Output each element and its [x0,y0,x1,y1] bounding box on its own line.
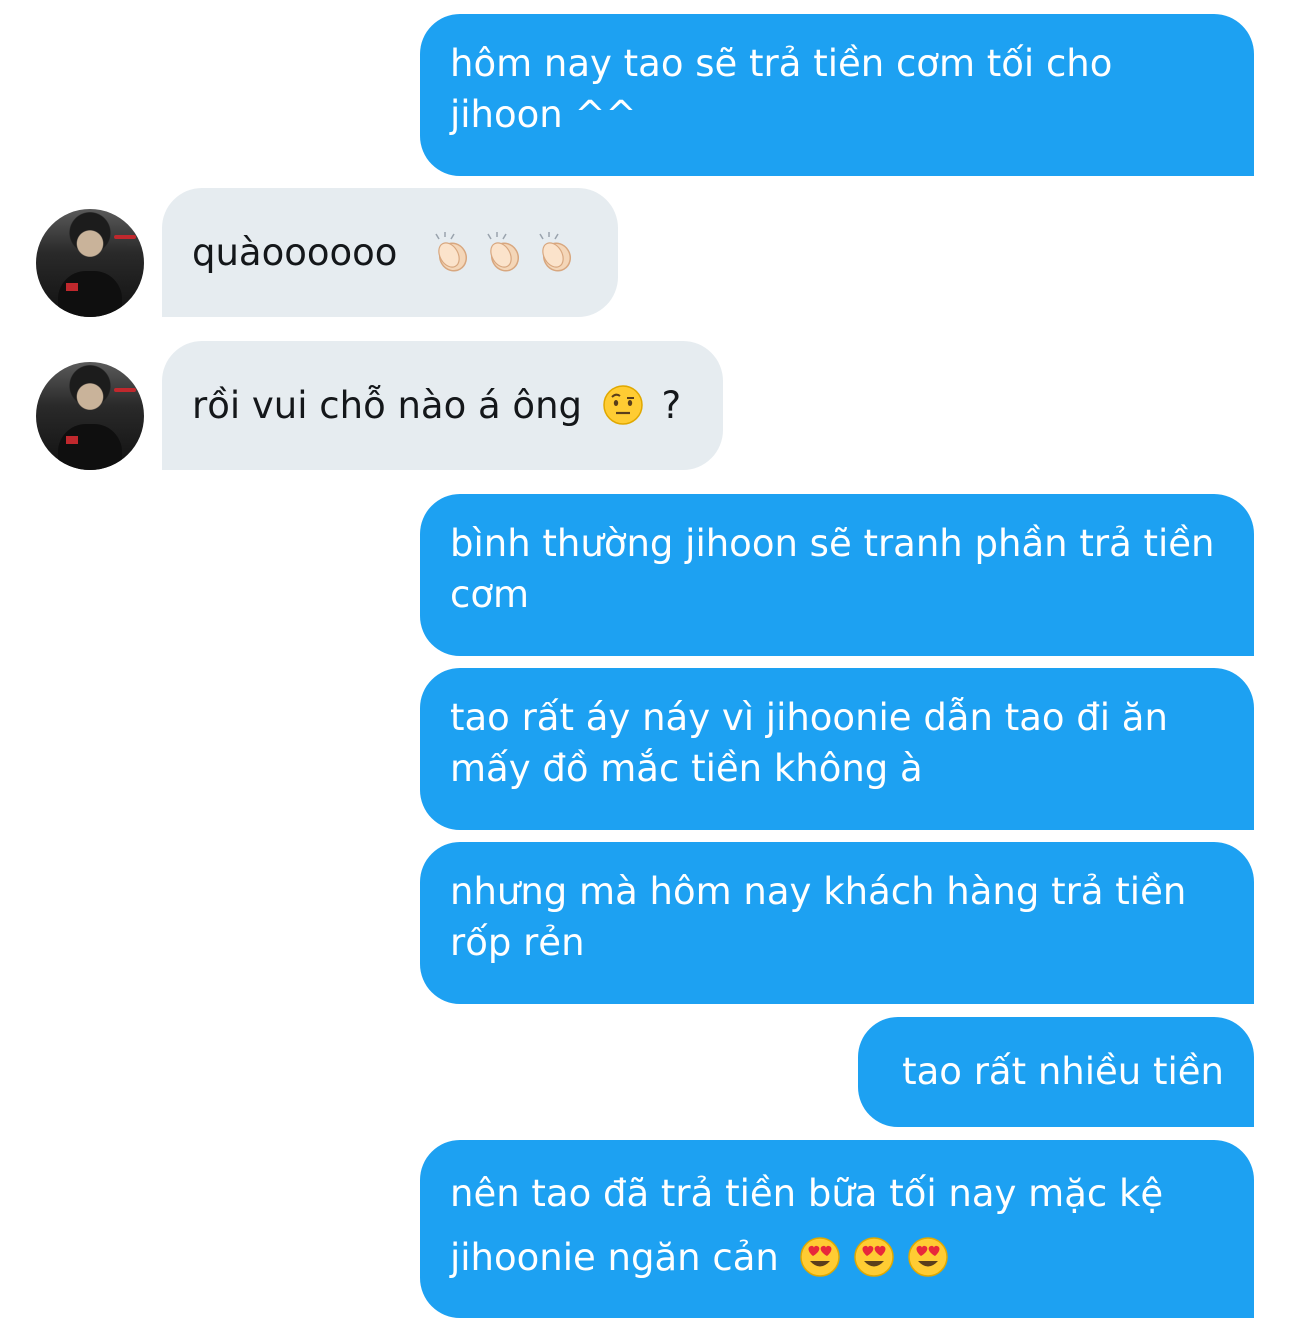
message-text-suffix: ? [661,384,682,427]
message-text: tao rất áy náy vì jihoonie dẫn tao đi ăn… [450,696,1168,790]
message-text: rồi vui chỗ nào á ông [192,384,582,427]
clapping-hands-icon [539,231,571,272]
message-bubble-sent[interactable]: bình thường jihoon sẽ tranh phần trả tiề… [420,494,1254,656]
face-with-raised-eyebrow-icon [603,384,643,425]
message-text: hôm nay tao sẽ trả tiền cơm tối cho jiho… [450,42,1113,136]
message-bubble-sent[interactable]: hôm nay tao sẽ trả tiền cơm tối cho jiho… [420,14,1254,176]
message-bubble-sent[interactable]: tao rất nhiều tiền [858,1017,1254,1127]
heart-eyes-icon [853,1236,894,1277]
message-text: tao rất nhiều tiền [902,1050,1224,1093]
heart-eyes-icon [799,1236,840,1277]
message-bubble-sent[interactable]: nên tao đã trả tiền bữa tối nay mặc kệ j… [420,1140,1254,1318]
avatar[interactable] [36,209,144,317]
clapping-hands-icon [435,231,467,272]
clapping-hands-icon [487,231,519,272]
message-thread: hôm nay tao sẽ trả tiền cơm tối cho jiho… [0,0,1290,1328]
message-bubble-sent[interactable]: tao rất áy náy vì jihoonie dẫn tao đi ăn… [420,668,1254,830]
message-bubble-received[interactable]: rồi vui chỗ nào á ông ? [162,341,723,470]
heart-eyes-icon [907,1236,948,1277]
message-bubble-sent[interactable]: nhưng mà hôm nay khách hàng trả tiền rốp… [420,842,1254,1004]
message-text: nhưng mà hôm nay khách hàng trả tiền rốp… [450,870,1187,964]
message-text: quàoooooo [192,231,398,274]
avatar[interactable] [36,362,144,470]
message-bubble-received[interactable]: quàoooooo [162,188,618,317]
message-text: bình thường jihoon sẽ tranh phần trả tiề… [450,522,1215,616]
